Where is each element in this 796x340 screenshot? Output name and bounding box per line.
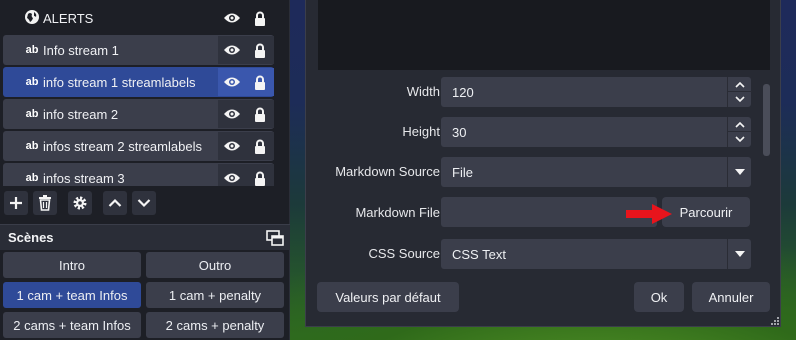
height-label: Height: [402, 124, 440, 139]
defaults-button[interactable]: Valeurs par défaut: [317, 282, 459, 312]
source-item-label: Info stream 1: [43, 42, 119, 58]
chevron-down-icon: [735, 96, 745, 103]
dropdown-arrow-icon: [727, 239, 751, 269]
scenes-title: Scènes: [8, 230, 54, 245]
source-item-label: infos stream 3: [43, 170, 125, 186]
visibility-eye-icon[interactable]: [218, 36, 246, 64]
source-preview: [318, 0, 770, 70]
scene-2-cams-team-infos[interactable]: 2 cams + team Infos: [3, 312, 141, 338]
source-item-infos-stream-3[interactable]: ab infos stream 3: [3, 163, 274, 186]
scenes-dock-header: Scènes: [0, 224, 290, 250]
lock-icon[interactable]: [246, 68, 274, 96]
source-item-info-stream-2[interactable]: ab info stream 2: [3, 99, 274, 129]
text-ab-icon: ab: [25, 108, 39, 120]
chevron-down-icon: [735, 136, 745, 143]
move-source-down-button[interactable]: [132, 191, 156, 215]
visibility-eye-icon[interactable]: [218, 68, 246, 96]
width-value: 120: [452, 84, 474, 100]
undock-icon[interactable]: [266, 230, 284, 246]
scene-1-cam-team-infos[interactable]: 1 cam + team Infos: [3, 282, 141, 308]
sources-toolbar: [0, 188, 290, 218]
globe-icon: [23, 9, 41, 28]
lock-icon[interactable]: [246, 164, 274, 186]
height-decrement-button[interactable]: [728, 132, 752, 147]
height-spin-buttons: [727, 117, 752, 147]
text-ab-icon: ab: [25, 44, 39, 56]
width-increment-button[interactable]: [728, 77, 752, 92]
properties-dialog: Width 120 Height 30 Markdown Source File: [305, 0, 781, 327]
chevron-up-icon: [108, 198, 122, 207]
text-ab-icon: ab: [25, 76, 39, 88]
plus-icon: [10, 197, 22, 209]
source-item-infos-stream-2-streamlabels[interactable]: ab infos stream 2 streamlabels: [3, 131, 274, 161]
scene-2-cams-penalty[interactable]: 2 cams + penalty: [146, 312, 284, 338]
markdown-file-label: Markdown File: [355, 205, 440, 220]
markdown-source-dropdown[interactable]: File: [441, 157, 751, 187]
css-source-dropdown[interactable]: CSS Text: [441, 239, 751, 269]
source-item-label: info stream 2: [43, 106, 119, 122]
height-spinbox[interactable]: 30: [441, 117, 752, 147]
source-item-alerts[interactable]: ALERTS: [3, 3, 274, 33]
scene-1-cam-penalty[interactable]: 1 cam + penalty: [146, 282, 284, 308]
sources-scrollbar[interactable]: [276, 0, 288, 186]
remove-source-button[interactable]: [33, 191, 57, 215]
browse-button[interactable]: Parcourir: [662, 197, 750, 227]
width-label: Width: [406, 84, 440, 99]
source-item-info-stream-1[interactable]: ab Info stream 1: [3, 35, 274, 65]
visibility-eye-icon[interactable]: [218, 100, 246, 128]
chevron-down-icon: [137, 199, 151, 208]
lock-icon[interactable]: [246, 100, 274, 128]
resize-grip-icon[interactable]: [770, 316, 780, 326]
lock-icon[interactable]: [246, 132, 274, 160]
dropdown-arrow-icon: [727, 157, 751, 187]
trash-icon: [39, 195, 51, 211]
text-ab-icon: ab: [25, 140, 39, 152]
gear-icon: [73, 196, 87, 210]
css-source-value: CSS Text: [452, 246, 506, 262]
add-source-button[interactable]: [4, 191, 28, 215]
red-arrow-annotation-icon: [626, 204, 672, 224]
cancel-button[interactable]: Annuler: [692, 282, 770, 312]
width-spinbox[interactable]: 120: [441, 77, 752, 107]
visibility-eye-icon[interactable]: [218, 164, 246, 186]
sources-list: ALERTS ab Info stream 1 ab info stream 1…: [0, 0, 290, 186]
height-value: 30: [452, 124, 467, 140]
scene-intro[interactable]: Intro: [3, 252, 141, 278]
scene-outro[interactable]: Outro: [146, 252, 284, 278]
source-item-info-stream-1-streamlabels[interactable]: ab info stream 1 streamlabels: [3, 67, 274, 97]
source-properties-button[interactable]: [68, 191, 92, 215]
text-ab-icon: ab: [25, 172, 39, 184]
chevron-up-icon: [735, 81, 745, 88]
visibility-eye-icon[interactable]: [218, 4, 246, 32]
css-source-label: CSS Source: [368, 246, 440, 261]
source-item-label: ALERTS: [43, 10, 94, 26]
lock-icon[interactable]: [246, 36, 274, 64]
properties-scrollbar[interactable]: [761, 76, 773, 272]
height-increment-button[interactable]: [728, 117, 752, 132]
move-source-up-button[interactable]: [103, 191, 127, 215]
width-decrement-button[interactable]: [728, 92, 752, 107]
markdown-file-path-input[interactable]: [441, 197, 657, 227]
lock-icon[interactable]: [246, 4, 274, 32]
scrollbar-thumb[interactable]: [763, 84, 770, 156]
left-panel: ALERTS ab Info stream 1 ab info stream 1…: [0, 0, 290, 340]
markdown-source-value: File: [452, 164, 473, 180]
chevron-up-icon: [735, 121, 745, 128]
visibility-eye-icon[interactable]: [218, 132, 246, 160]
width-spin-buttons: [727, 77, 752, 107]
markdown-source-label: Markdown Source: [335, 164, 440, 179]
source-item-label: info stream 1 streamlabels: [43, 74, 196, 90]
ok-button[interactable]: Ok: [634, 282, 684, 312]
source-item-label: infos stream 2 streamlabels: [43, 138, 202, 154]
